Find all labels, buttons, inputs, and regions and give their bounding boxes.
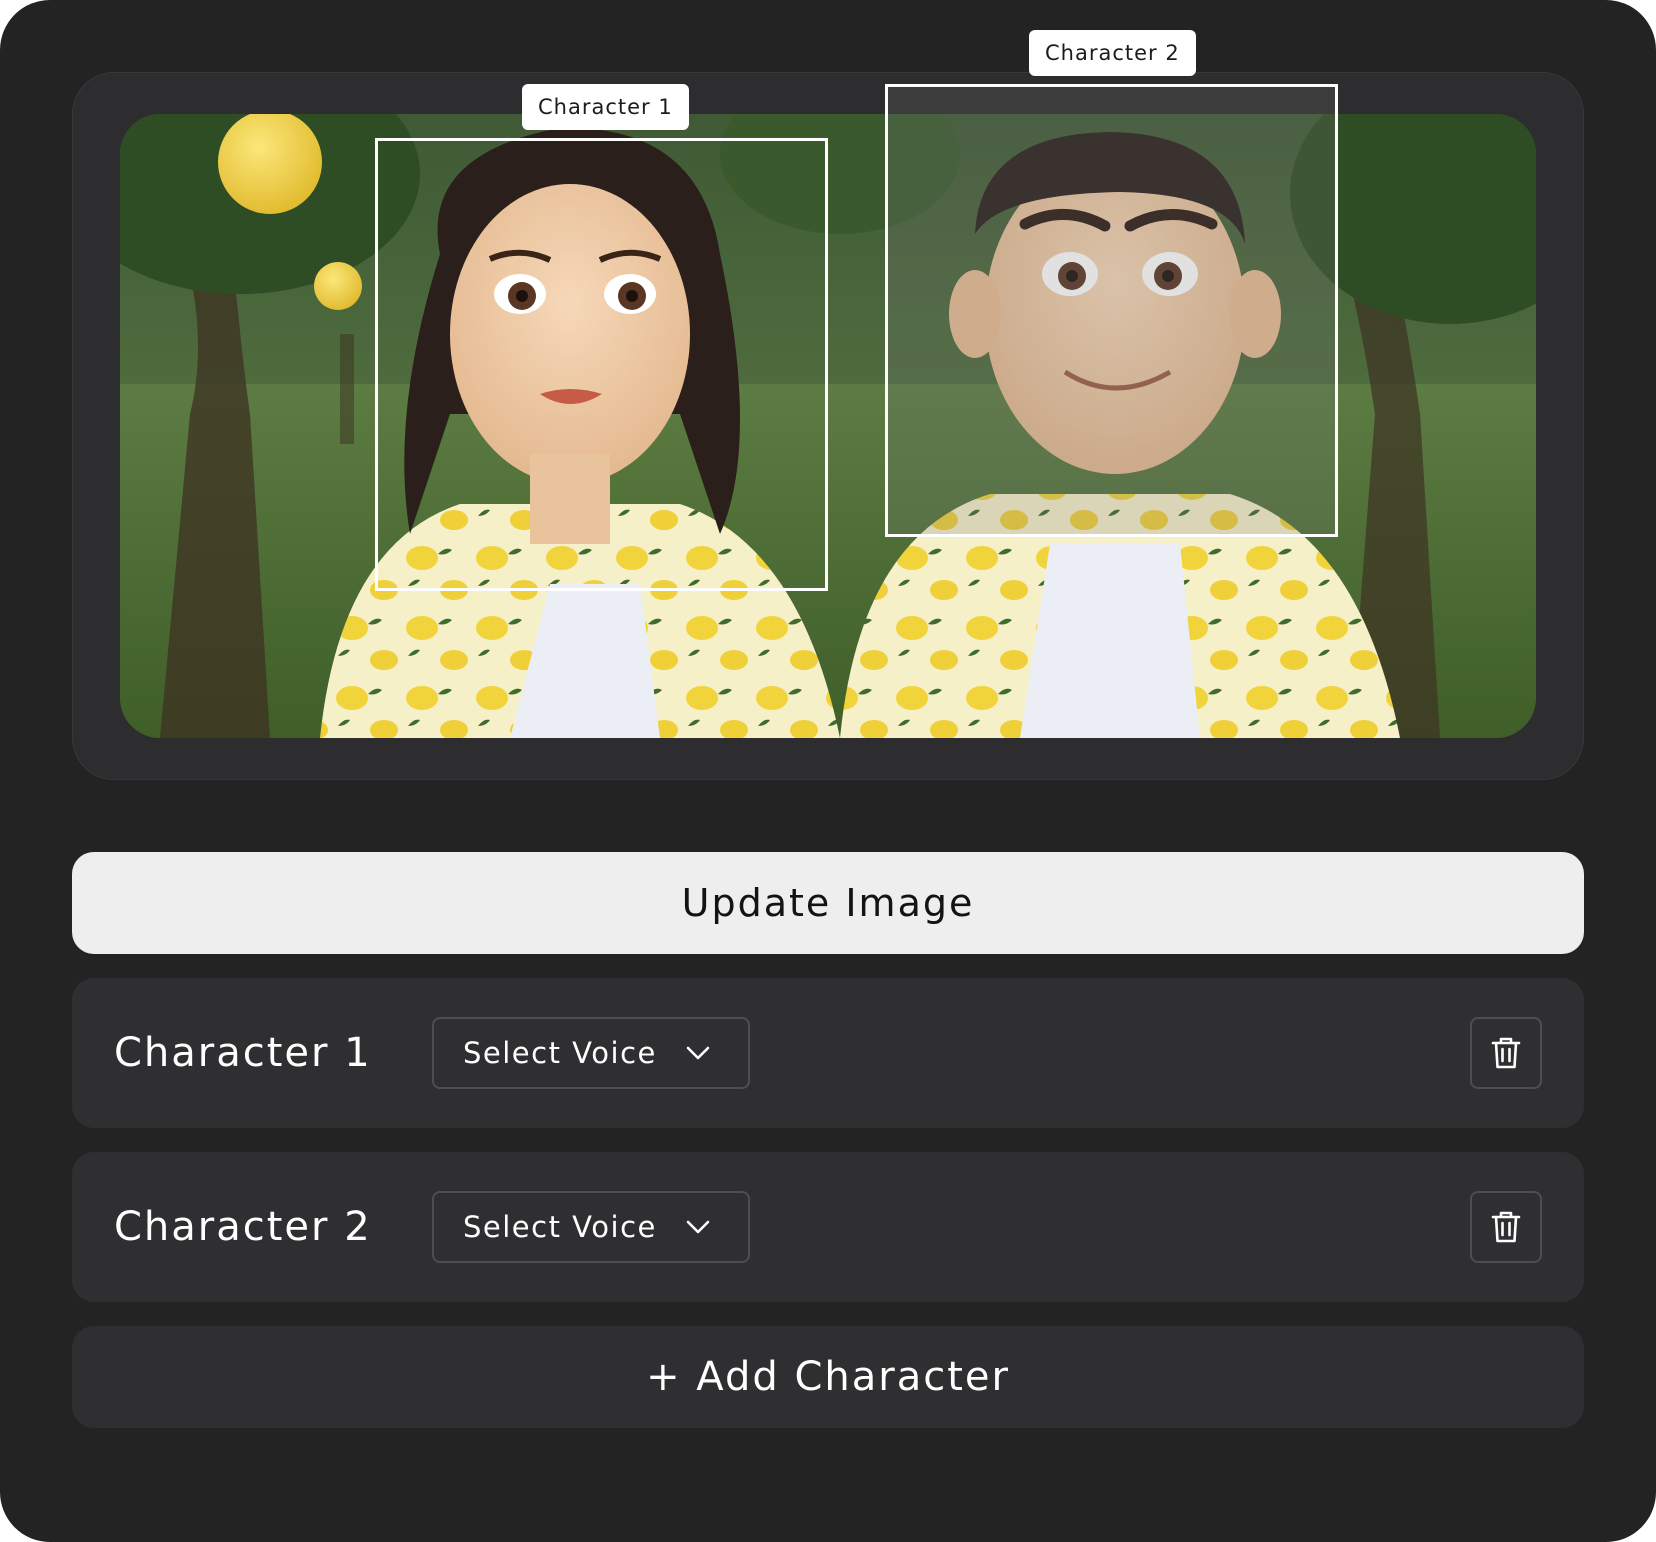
chevron-down-icon — [686, 1046, 710, 1060]
chevron-down-icon — [686, 1220, 710, 1234]
character-2-box-label: Character 2 — [1029, 30, 1196, 76]
trash-icon — [1491, 1037, 1521, 1069]
character-row: Character 1 Select Voice — [72, 978, 1584, 1128]
character-1-face-box[interactable] — [375, 138, 828, 591]
voice-select-label: Select Voice — [463, 1210, 657, 1244]
app-window: Character 1 Character 2 Update Image Cha… — [0, 0, 1656, 1542]
character-name: Character 1 — [114, 1030, 372, 1076]
trash-icon — [1491, 1211, 1521, 1243]
voice-select-dropdown[interactable]: Select Voice — [432, 1191, 750, 1263]
character-1-box-label: Character 1 — [522, 84, 689, 130]
character-2-face-box[interactable] — [885, 84, 1338, 537]
update-image-button[interactable]: Update Image — [72, 852, 1584, 954]
voice-select-label: Select Voice — [463, 1036, 657, 1070]
character-name: Character 2 — [114, 1204, 372, 1250]
delete-character-button[interactable] — [1470, 1191, 1542, 1263]
add-character-button[interactable]: + Add Character — [72, 1326, 1584, 1428]
delete-character-button[interactable] — [1470, 1017, 1542, 1089]
character-row: Character 2 Select Voice — [72, 1152, 1584, 1302]
voice-select-dropdown[interactable]: Select Voice — [432, 1017, 750, 1089]
